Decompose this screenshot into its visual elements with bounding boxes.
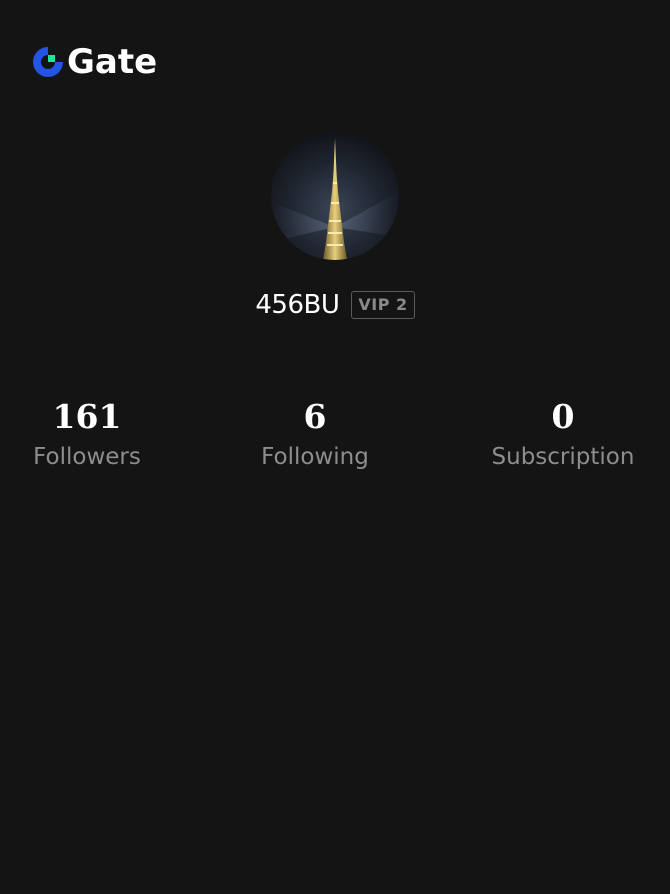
following-label: Following (261, 444, 369, 470)
brand-name: Gate (67, 42, 158, 82)
subscription-count: 0 (551, 397, 575, 436)
subscription-label: Subscription (491, 444, 635, 470)
stat-subscription[interactable]: 0 Subscription (463, 396, 663, 472)
user-info-row: 456BU VIP 2 (0, 287, 670, 323)
stat-followers[interactable]: 161 Followers (0, 396, 187, 472)
gate-logo[interactable]: Gate (31, 44, 157, 80)
vip-badge: VIP 2 (351, 291, 415, 319)
stat-following[interactable]: 6 Following (215, 396, 415, 472)
stats-row: 161 Followers 6 Following 0 Subscription (0, 396, 670, 486)
following-count: 6 (303, 397, 327, 436)
followers-label: Followers (33, 444, 141, 470)
profile-page: Gate 456BU VIP 2 161 Followers 6 Followi… (0, 0, 670, 894)
username: 456BU (255, 290, 340, 320)
avatar[interactable] (271, 132, 399, 260)
followers-count: 161 (52, 397, 122, 436)
gate-logo-icon (33, 47, 63, 77)
